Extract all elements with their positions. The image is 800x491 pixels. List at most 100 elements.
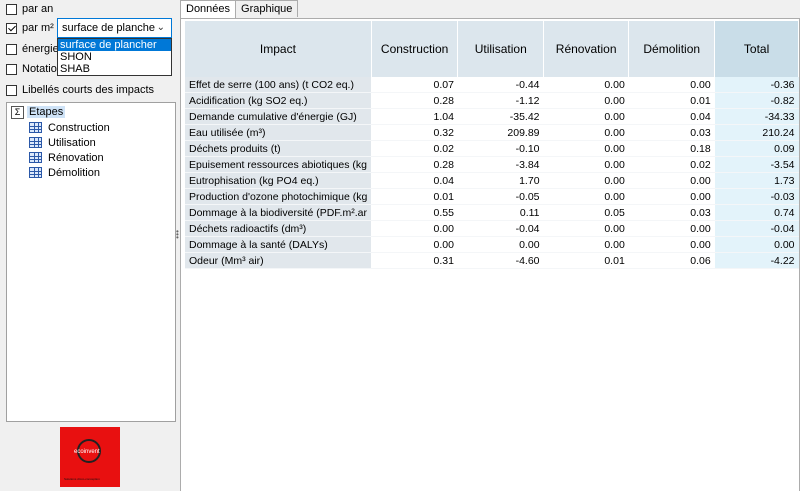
impact-label-cell: Production d'ozone photochimique (kg bbox=[185, 188, 372, 205]
option-notation[interactable]: Notatio bbox=[6, 61, 57, 77]
tree-item-renovation[interactable]: Rénovation bbox=[29, 150, 104, 165]
option-par-m2[interactable]: par m² bbox=[6, 20, 54, 36]
tab-graphique[interactable]: Graphique bbox=[235, 0, 299, 17]
value-cell: 0.00 bbox=[628, 77, 715, 93]
label-par-an: par an bbox=[22, 3, 54, 15]
option-libelles[interactable]: Libellés courts des impacts bbox=[6, 82, 154, 98]
ecoinvent-logo: ecoinvent Solutions d'éco-conception bbox=[60, 427, 120, 487]
table-header-row: Impact Construction Utilisation Rénovati… bbox=[185, 21, 799, 77]
checkbox-par-m2[interactable] bbox=[6, 22, 17, 34]
value-cell: -0.04 bbox=[457, 220, 544, 237]
value-cell: -4.60 bbox=[457, 252, 544, 269]
header-total[interactable]: Total bbox=[714, 21, 799, 77]
value-cell: -1.12 bbox=[457, 92, 544, 109]
logo-subtitle: Solutions d'éco-conception bbox=[64, 477, 100, 481]
left-panel: par an par m² surface de planche ⌄ surfa… bbox=[0, 0, 178, 491]
table-row[interactable]: Effet de serre (100 ans) (t CO2 eq.) 0.07… bbox=[185, 77, 799, 93]
table-row[interactable]: Eau utilisée (m³) 0.32 209.89 0.00 0.03 210.2… bbox=[185, 124, 799, 141]
table-row[interactable]: Production d'ozone photochimique (kg 0.01… bbox=[185, 188, 799, 205]
tree-item-demolition[interactable]: Démolition bbox=[29, 165, 100, 180]
table-body: Effet de serre (100 ans) (t CO2 eq.) 0.07… bbox=[185, 77, 799, 269]
stages-tree[interactable]: Σ Etapes Construction Utilisation Rénova… bbox=[6, 102, 176, 422]
table-icon bbox=[29, 152, 42, 163]
table-row[interactable]: Odeur (Mm³ air) 0.31 -4.60 0.01 0.06 -4.22 bbox=[185, 252, 799, 269]
value-cell: 0.28 bbox=[371, 156, 458, 173]
tab-donnees[interactable]: Données bbox=[180, 0, 237, 19]
label-notation: Notatio bbox=[22, 63, 57, 75]
header-utilisation[interactable]: Utilisation bbox=[457, 21, 545, 77]
label-energie: énergie bbox=[22, 43, 59, 55]
table-row[interactable]: Déchets radioactifs (dm³) 0.00 -0.04 0.00 0.… bbox=[185, 220, 799, 237]
tree-item-label: Utilisation bbox=[48, 136, 96, 149]
total-cell: 0.09 bbox=[714, 140, 799, 157]
unit-dropdown-list: surface de plancher SHON SHAB bbox=[57, 38, 172, 76]
table-row[interactable]: Dommage à la biodiversité (PDF.m².ar 0.55… bbox=[185, 204, 799, 221]
checkbox-energie[interactable] bbox=[6, 43, 17, 55]
value-cell: 0.00 bbox=[543, 77, 629, 93]
option-par-an[interactable]: par an bbox=[6, 1, 53, 17]
chevron-down-icon[interactable]: ⌄ bbox=[157, 22, 165, 33]
label-par-m2: par m² bbox=[22, 22, 54, 34]
header-construction[interactable]: Construction bbox=[371, 21, 459, 77]
value-cell: 0.00 bbox=[543, 220, 629, 237]
sigma-icon: Σ bbox=[11, 105, 24, 119]
checkbox-notation[interactable] bbox=[6, 63, 17, 75]
total-cell: 0.00 bbox=[714, 236, 799, 253]
tree-item-utilisation[interactable]: Utilisation bbox=[29, 135, 96, 150]
value-cell: -0.44 bbox=[457, 77, 544, 93]
header-renovation[interactable]: Rénovation bbox=[543, 21, 630, 77]
impact-label-cell: Effet de serre (100 ans) (t CO2 eq.) bbox=[185, 77, 372, 93]
table-icon bbox=[29, 122, 42, 133]
value-cell: 0.32 bbox=[371, 124, 458, 141]
header-impact[interactable]: Impact bbox=[185, 21, 372, 77]
value-cell: 0.18 bbox=[628, 140, 715, 157]
value-cell: 0.00 bbox=[543, 108, 629, 125]
value-cell: -3.84 bbox=[457, 156, 544, 173]
dropdown-option-shab[interactable]: SHAB bbox=[58, 63, 171, 75]
value-cell: 0.01 bbox=[371, 188, 458, 205]
value-cell: 0.00 bbox=[543, 172, 629, 189]
table-row[interactable]: Demande cumulative d'énergie (GJ) 1.04 -35… bbox=[185, 108, 799, 125]
tree-item-label: Construction bbox=[48, 121, 110, 134]
value-cell: 0.00 bbox=[628, 172, 715, 189]
value-cell: 0.02 bbox=[628, 156, 715, 173]
value-cell: 0.00 bbox=[543, 156, 629, 173]
splitter-grip-icon[interactable]: • • • bbox=[176, 228, 179, 242]
total-cell: -0.36 bbox=[714, 77, 799, 93]
value-cell: 0.03 bbox=[628, 124, 715, 141]
unit-select[interactable]: surface de planche ⌄ bbox=[57, 18, 172, 38]
value-cell: 0.00 bbox=[543, 140, 629, 157]
table-icon bbox=[29, 137, 42, 148]
table-row[interactable]: Dommage à la santé (DALYs) 0.00 0.00 0.00 0.… bbox=[185, 236, 799, 253]
tree-item-label: Démolition bbox=[48, 166, 100, 179]
table-row[interactable]: Acidification (kg SO2 eq.) 0.28 -1.12 0.00 0… bbox=[185, 92, 799, 109]
value-cell: 0.00 bbox=[543, 188, 629, 205]
tree-root-etapes[interactable]: Σ Etapes bbox=[11, 105, 66, 119]
value-cell: 1.04 bbox=[371, 108, 458, 125]
value-cell: 0.01 bbox=[543, 252, 629, 269]
value-cell: 0.00 bbox=[371, 220, 458, 237]
impact-label-cell: Eutrophisation (kg PO4 eq.) bbox=[185, 172, 372, 189]
checkbox-libelles[interactable] bbox=[6, 84, 17, 96]
table-icon bbox=[29, 167, 42, 178]
value-cell: 0.07 bbox=[371, 77, 458, 93]
total-cell: 1.73 bbox=[714, 172, 799, 189]
dropdown-option-surface[interactable]: surface de plancher bbox=[58, 39, 171, 51]
value-cell: -0.05 bbox=[457, 188, 544, 205]
table-row[interactable]: Eutrophisation (kg PO4 eq.) 0.04 1.70 0.00 0… bbox=[185, 172, 799, 189]
impact-label-cell: Demande cumulative d'énergie (GJ) bbox=[185, 108, 372, 125]
checkbox-par-an[interactable] bbox=[6, 3, 17, 15]
table-row[interactable]: Epuisement ressources abiotiques (kg 0.28… bbox=[185, 156, 799, 173]
tree-item-construction[interactable]: Construction bbox=[29, 120, 110, 135]
data-panel: Impact Construction Utilisation Rénovati… bbox=[180, 18, 800, 491]
value-cell: -35.42 bbox=[457, 108, 544, 125]
impact-label-cell: Epuisement ressources abiotiques (kg bbox=[185, 156, 372, 173]
value-cell: 0.31 bbox=[371, 252, 458, 269]
table-row[interactable]: Déchets produits (t) 0.02 -0.10 0.00 0.18 0.0… bbox=[185, 140, 799, 157]
impact-label-cell: Déchets radioactifs (dm³) bbox=[185, 220, 372, 237]
header-demolition[interactable]: Démolition bbox=[628, 21, 716, 77]
dropdown-option-shon[interactable]: SHON bbox=[58, 51, 171, 63]
total-cell: -4.22 bbox=[714, 252, 799, 269]
total-cell: -34.33 bbox=[714, 108, 799, 125]
option-energie[interactable]: énergie bbox=[6, 41, 59, 57]
